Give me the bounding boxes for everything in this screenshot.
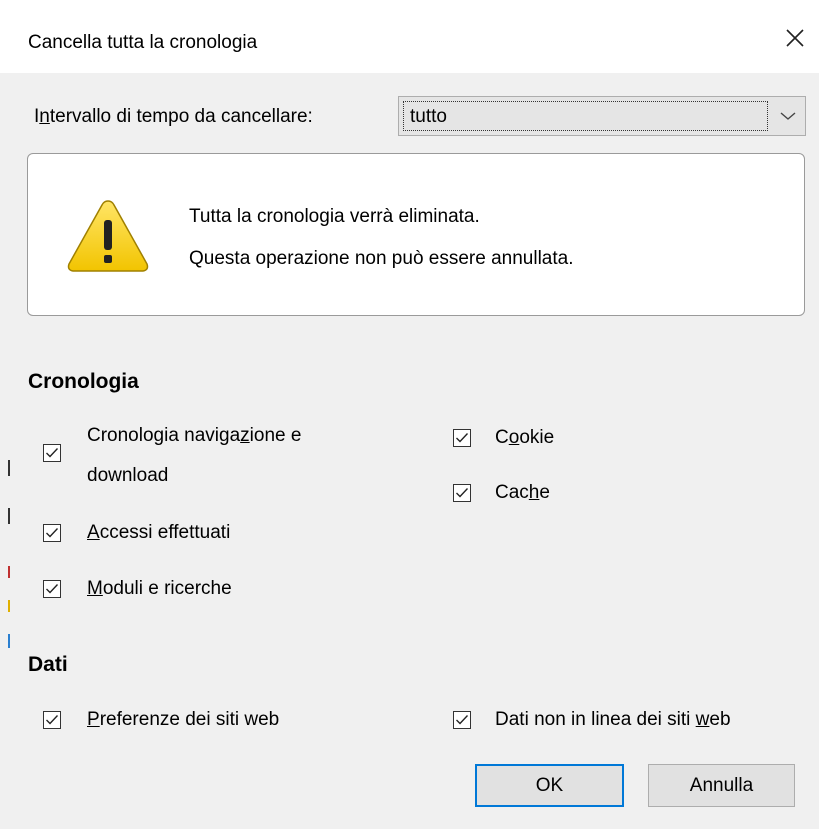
warning-icon (67, 200, 149, 272)
checkbox-box (453, 429, 471, 447)
label-part: okie (519, 427, 555, 448)
access-key: w (695, 709, 710, 730)
warning-line-1: Tutta la cronologia verrà eliminata. (189, 206, 480, 227)
close-button[interactable] (770, 15, 819, 61)
label-part: referenze dei siti web (99, 709, 280, 730)
access-key: n (39, 106, 50, 127)
checkbox-box (453, 484, 471, 502)
history-section-title: Cronologia (28, 370, 139, 393)
checkmark-icon (46, 448, 59, 458)
checkbox-label: Cronologia navigazione e download (87, 416, 301, 496)
warning-box: Tutta la cronologia verrà eliminata. Que… (27, 153, 805, 316)
background-edge-mark (8, 634, 10, 648)
checkbox-logins[interactable]: Accessi effettuati (43, 522, 230, 544)
label-part: Dati non in linea dei siti (495, 709, 696, 730)
checkbox-forms-searches[interactable]: Moduli e ricerche (43, 578, 232, 600)
access-key: o (508, 427, 520, 448)
clear-history-dialog: Cancella tutta la cronologia Intervallo … (0, 0, 819, 829)
checkbox-label: Accessi effettuati (87, 522, 230, 544)
close-icon (785, 29, 804, 47)
checkbox-label: Cache (495, 482, 550, 504)
checkbox-label: Cookie (495, 427, 554, 449)
label-part: C (495, 427, 509, 448)
access-key: P (87, 709, 100, 730)
checkbox-box (43, 580, 61, 598)
checkmark-icon (46, 584, 59, 594)
dialog-title: Cancella tutta la cronologia (28, 32, 258, 53)
checkbox-box (43, 711, 61, 729)
background-edge-mark (8, 508, 10, 524)
label-part: oduli e ricerche (102, 578, 232, 599)
checkbox-browsing-history[interactable]: Cronologia navigazione e download (43, 422, 301, 496)
checkmark-icon (456, 488, 469, 498)
checkmark-icon (46, 528, 59, 538)
cancel-button[interactable]: Annulla (648, 764, 795, 807)
checkbox-site-preferences[interactable]: Preferenze dei siti web (43, 709, 279, 731)
label-part: Cac (495, 482, 529, 503)
background-edge-mark (8, 460, 10, 476)
access-key: A (87, 522, 100, 543)
access-key: z (240, 425, 250, 446)
checkmark-icon (456, 715, 469, 725)
checkbox-label: Dati non in linea dei siti web (495, 709, 731, 731)
label-part: e (539, 482, 550, 503)
checkbox-label: Moduli e ricerche (87, 578, 232, 600)
access-key: h (528, 482, 540, 503)
background-window-sliver (0, 0, 819, 13)
checkmark-icon (456, 433, 469, 443)
checkbox-cookies[interactable]: Cookie (453, 427, 554, 449)
checkbox-cache[interactable]: Cache (453, 482, 550, 504)
label-part: eb (709, 709, 731, 730)
checkbox-box (453, 711, 471, 729)
time-range-label: Intervallo di tempo da cancellare: (34, 106, 313, 128)
checkbox-box (43, 524, 61, 542)
time-range-value: tutto (403, 101, 768, 131)
ok-button[interactable]: OK (475, 764, 624, 807)
chevron-down-icon (777, 104, 799, 128)
data-section-title: Dati (28, 653, 68, 676)
checkmark-icon (46, 715, 59, 725)
checkbox-offline-website-data[interactable]: Dati non in linea dei siti web (453, 709, 731, 731)
access-key: M (87, 578, 103, 599)
label-part: tervallo di tempo da cancellare: (49, 106, 313, 127)
label-part: Cronologia naviga (87, 425, 241, 446)
background-edge-mark (8, 600, 10, 612)
time-range-select[interactable]: tutto (398, 96, 806, 136)
label-part: ione e (249, 425, 302, 446)
warning-line-2: Questa operazione non può essere annulla… (189, 248, 574, 269)
checkbox-box (43, 444, 61, 462)
checkbox-label: Preferenze dei siti web (87, 709, 279, 731)
title-bar: Cancella tutta la cronologia (0, 13, 819, 73)
label-part: ccessi effettuati (99, 522, 231, 543)
label-part: download (87, 465, 169, 486)
background-edge-mark (8, 566, 10, 578)
